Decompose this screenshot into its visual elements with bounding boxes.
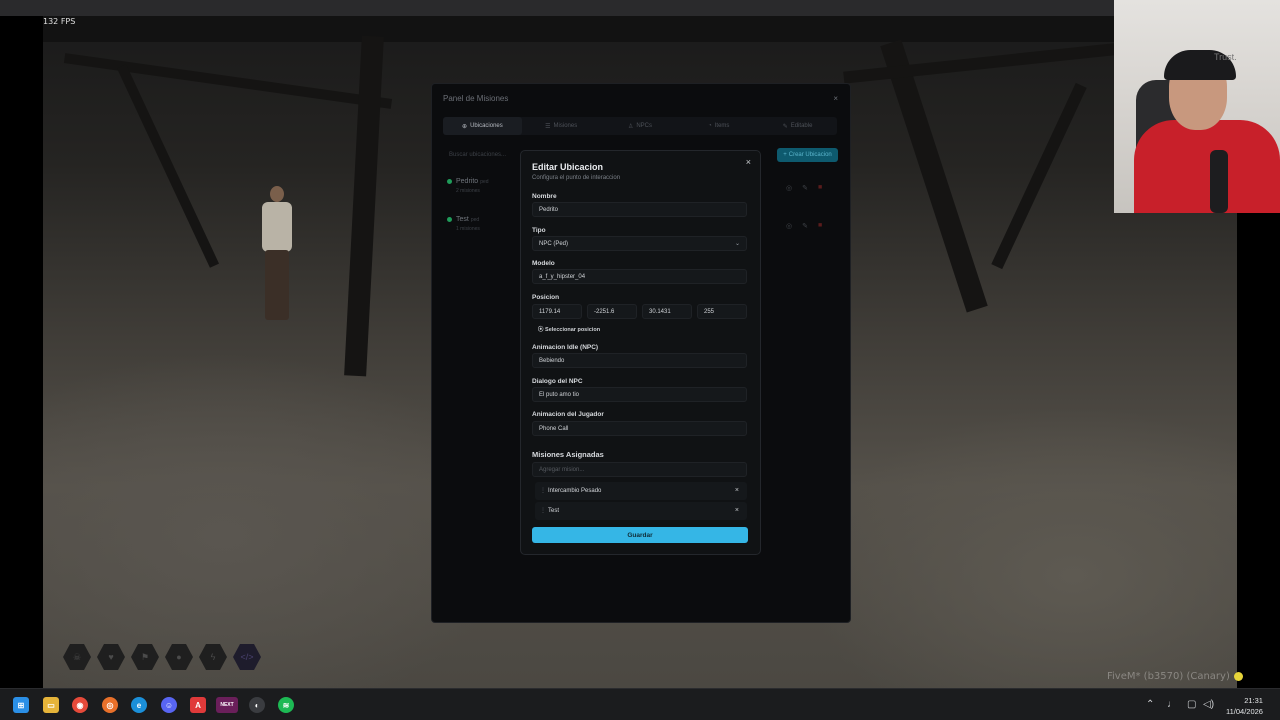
save-button[interactable]: Guardar <box>532 527 748 543</box>
pos-y-input[interactable]: -2251.6 <box>587 304 637 319</box>
edit-icon: ✎ <box>782 123 788 130</box>
file-explorer-icon[interactable]: ▭ <box>43 697 59 713</box>
add-mission-input[interactable]: Agregar mision... <box>532 462 747 477</box>
location-item-test[interactable]: Test ped 1 misiones <box>447 216 480 232</box>
tipo-select[interactable]: NPC (Ped) ⌄ <box>532 236 747 251</box>
misiones-label: Misiones Asignadas <box>532 450 604 459</box>
pos-z-input[interactable]: 30.1431 <box>642 304 692 319</box>
fivem-icon[interactable]: ◐ <box>249 697 265 713</box>
anim-idle-label: Animacion Idle (NPC) <box>532 344 599 351</box>
close-icon[interactable]: × <box>746 157 751 167</box>
discord-icon[interactable]: ☺ <box>161 697 177 713</box>
spotify-icon[interactable]: ≋ <box>278 697 294 713</box>
panel-close-icon[interactable]: × <box>833 94 838 103</box>
nombre-input[interactable]: Pedrito <box>532 202 747 217</box>
edge-icon[interactable]: e <box>131 697 147 713</box>
npc-character <box>248 186 308 336</box>
remove-icon[interactable]: × <box>735 502 739 520</box>
app-a-icon[interactable]: A <box>190 697 206 713</box>
tipo-label: Tipo <box>532 227 546 234</box>
edit-icon[interactable]: ✎ <box>802 184 808 192</box>
tab-editable[interactable]: ✎ Editable <box>758 117 837 135</box>
delete-icon[interactable]: ■ <box>818 184 822 192</box>
select-position-button[interactable]: ⦿ Seleccionar posicion <box>538 325 600 333</box>
fivem-watermark: FiveM* (b3570) (Canary) <box>1107 671 1243 682</box>
code-icon: </> <box>233 644 261 670</box>
microphone-icon[interactable]: ♩ <box>1167 699 1177 710</box>
locate-icon[interactable]: ◎ <box>786 184 792 192</box>
taskbar: ⊞ ▭ ◉ ◎ e ☺ A NEXT ◐ ≋ ⌃ ♩ ▢ ◁) 21:31 11… <box>0 688 1280 720</box>
locate-icon[interactable]: ◎ <box>786 222 792 230</box>
row-actions: ◎ ✎ ■ <box>786 184 822 192</box>
dialogo-input[interactable]: El puto amo tio <box>532 387 747 402</box>
person-icon: ♙ <box>627 123 634 130</box>
panel-title: Panel de Misiones <box>443 94 509 103</box>
create-location-button[interactable]: + Crear Ubicacion <box>777 148 838 162</box>
item-icon: ◔ <box>708 123 712 129</box>
fps-counter: 132 FPS <box>43 17 76 26</box>
chevron-down-icon: ⌄ <box>734 241 740 247</box>
next-icon[interactable]: NEXT <box>216 697 238 713</box>
network-icon[interactable]: ▢ <box>1187 699 1196 710</box>
nombre-label: Nombre <box>532 193 557 200</box>
row-actions: ◎ ✎ ■ <box>786 222 822 230</box>
volume-icon[interactable]: ◁) <box>1203 699 1214 710</box>
anim-jugador-input[interactable]: Phone Call <box>532 421 747 436</box>
modal-title: Editar Ubicacion <box>532 162 604 172</box>
status-dot <box>447 178 452 184</box>
delete-icon[interactable]: ■ <box>818 222 822 230</box>
modelo-label: Modelo <box>532 260 555 267</box>
webcam-overlay: Trust. <box>1114 0 1280 213</box>
status-indicator <box>1233 671 1243 681</box>
location-item-pedrito[interactable]: Pedrito ped 2 misiones <box>447 178 489 194</box>
anim-idle-input[interactable]: Bebiendo <box>532 353 747 368</box>
pin-icon: ⦿ <box>538 327 544 333</box>
location-icon: ⊕ <box>462 123 468 130</box>
water-icon: ● <box>165 644 193 670</box>
edit-icon[interactable]: ✎ <box>802 222 808 230</box>
plus-icon: + <box>783 152 787 158</box>
skull-icon: ☠ <box>63 644 91 670</box>
energy-icon: ϟ <box>199 644 227 670</box>
tab-ubicaciones[interactable]: ⊕ Ubicaciones <box>443 117 522 135</box>
top-strip <box>0 0 1114 16</box>
remove-icon[interactable]: × <box>735 482 739 500</box>
mission-item[interactable]: ⋮ Intercambio Pesado × <box>535 482 747 500</box>
posicion-label: Posicion <box>532 294 560 301</box>
microphone <box>1210 150 1228 213</box>
drag-handle-icon[interactable]: ⋮ <box>540 502 546 520</box>
anim-jugador-label: Animacion del Jugador <box>532 411 604 418</box>
status-hotbar: ☠ ♥ ⚑ ● ϟ </> <box>63 644 261 670</box>
mission-item[interactable]: ⋮ Test × <box>535 502 747 520</box>
tab-items[interactable]: ◔ Items <box>679 117 758 135</box>
tab-misiones[interactable]: ☰ Misiones <box>522 117 601 135</box>
chevron-up-icon[interactable]: ⌃ <box>1146 699 1154 710</box>
dialogo-label: Dialogo del NPC <box>532 378 583 385</box>
windows-start-icon[interactable]: ⊞ <box>13 697 29 713</box>
webcam-text: Trust. <box>1214 52 1237 62</box>
heart-icon: ♥ <box>97 644 125 670</box>
panel-tabs: ⊕ Ubicaciones ☰ Misiones ♙ NPCs ◔ Items … <box>443 117 837 135</box>
chrome-icon[interactable]: ◉ <box>72 697 88 713</box>
modelo-input[interactable]: a_f_y_hipster_04 <box>532 269 747 284</box>
list-icon: ☰ <box>545 123 551 130</box>
food-icon: ⚑ <box>131 644 159 670</box>
status-dot <box>447 216 452 222</box>
clock[interactable]: 21:31 11/04/2026 <box>1226 695 1263 717</box>
edit-location-modal: Editar Ubicacion Configura el punto de i… <box>520 150 761 555</box>
modal-subtitle: Configura el punto de interaccion <box>532 175 621 181</box>
tab-npcs[interactable]: ♙ NPCs <box>601 117 680 135</box>
heading-input[interactable]: 255 <box>697 304 747 319</box>
firefox-icon[interactable]: ◎ <box>102 697 118 713</box>
pos-x-input[interactable]: 1179.14 <box>532 304 582 319</box>
drag-handle-icon[interactable]: ⋮ <box>540 482 546 500</box>
